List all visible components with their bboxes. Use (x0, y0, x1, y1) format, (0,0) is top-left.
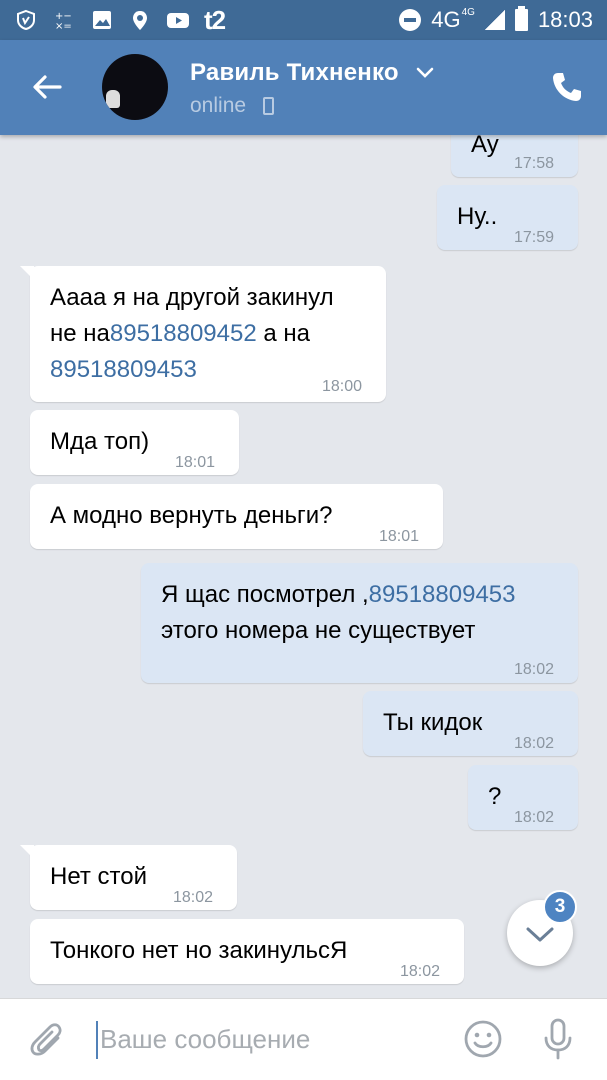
message-time: 18:01 (175, 454, 216, 471)
gallery-icon (90, 8, 114, 32)
message-list[interactable]: Ау 17:58 Ну.. 17:59 Аааа я на другой зак… (0, 135, 607, 998)
message-line: Аааа я на другой закинул (50, 284, 334, 311)
phone-link[interactable]: 89518809453 (369, 581, 516, 608)
message-time: 18:02 (514, 661, 555, 678)
message-incoming[interactable]: Мда топ) 18:01 (30, 410, 239, 475)
status-bar: +− ×= t2 4G 4G 18:03 (0, 0, 607, 40)
message-time: 18:01 (379, 528, 420, 545)
youtube-icon (166, 8, 190, 32)
location-icon (128, 8, 152, 32)
message-line: Я щас посмотрел ,89518809453 (161, 577, 571, 613)
unread-badge: 3 (543, 890, 577, 924)
message-text: Ау (471, 135, 499, 158)
message-time: 17:58 (514, 155, 555, 172)
skull-image (106, 90, 120, 108)
chevron-down-icon[interactable] (416, 66, 434, 84)
message-time: 17:59 (514, 229, 555, 246)
phone-link[interactable]: 89518809452 (110, 320, 257, 347)
network-small-label: 4G (461, 7, 475, 18)
online-status: online (190, 94, 247, 117)
message-outgoing[interactable]: Я щас посмотрел ,89518809453 этого номер… (141, 563, 578, 683)
message-incoming[interactable]: Аааа я на другой закинул не на8951880945… (20, 266, 386, 402)
message-body: Я щас посмотрел ,89518809453 этого номер… (161, 577, 571, 649)
contact-name[interactable]: Равиль Тихненко (190, 59, 399, 87)
message-time: 18:00 (322, 378, 363, 395)
message-incoming[interactable]: А модно вернуть деньги? 18:01 (30, 484, 443, 549)
smile-icon[interactable] (463, 1019, 503, 1059)
message-line: не на89518809452 а на (50, 316, 380, 352)
message-time: 18:02 (400, 963, 441, 980)
message-text: Ты кидок (383, 709, 483, 736)
message-composer (0, 998, 607, 1080)
message-text: Тонкого нет но закинульсЯ (50, 937, 348, 964)
message-outgoing[interactable]: Ау 17:58 (451, 135, 578, 177)
message-text: Нет стой (50, 863, 148, 890)
battery-icon (514, 6, 528, 31)
dnd-icon (399, 9, 422, 31)
mobile-icon (263, 97, 274, 115)
phone-icon[interactable] (550, 70, 584, 104)
message-outgoing[interactable]: Ты кидок 18:02 (363, 691, 578, 756)
paperclip-icon[interactable] (30, 1021, 66, 1059)
message-text: Мда топ) (50, 428, 150, 455)
avatar[interactable] (102, 54, 168, 120)
message-incoming[interactable]: Тонкого нет но закинульсЯ 18:02 (30, 919, 464, 984)
clock: 18:03 (537, 7, 593, 32)
message-text: ? (488, 783, 502, 810)
message-time: 18:02 (514, 809, 555, 826)
calculator-icon: +− ×= (52, 8, 76, 32)
chat-header: Равиль Тихненко online (0, 40, 607, 135)
message-outgoing[interactable]: Ну.. 17:59 (437, 185, 578, 250)
message-text: Ну.. (457, 203, 498, 230)
svg-text:×=: ×= (55, 21, 72, 31)
message-input[interactable] (100, 1024, 440, 1055)
message-incoming[interactable]: Нет стой 18:02 (20, 845, 237, 910)
network-label: 4G (431, 7, 461, 32)
shield-icon (14, 8, 38, 32)
message-outgoing[interactable]: ? 18:02 (468, 765, 578, 830)
back-arrow-icon[interactable] (30, 70, 64, 104)
message-line: этого номера не существует (161, 617, 476, 644)
message-fragment: Я щас посмотрел , (161, 581, 369, 608)
microphone-icon[interactable] (541, 1017, 575, 1061)
text-cursor (96, 1021, 98, 1059)
message-time: 18:02 (173, 889, 214, 906)
carrier-label: t2 (204, 4, 226, 35)
message-time: 18:02 (514, 735, 555, 752)
signal-icon (484, 10, 505, 30)
message-fragment: не на (50, 320, 110, 347)
message-text: А модно вернуть деньги? (50, 502, 333, 529)
message-fragment: а на (256, 320, 310, 347)
